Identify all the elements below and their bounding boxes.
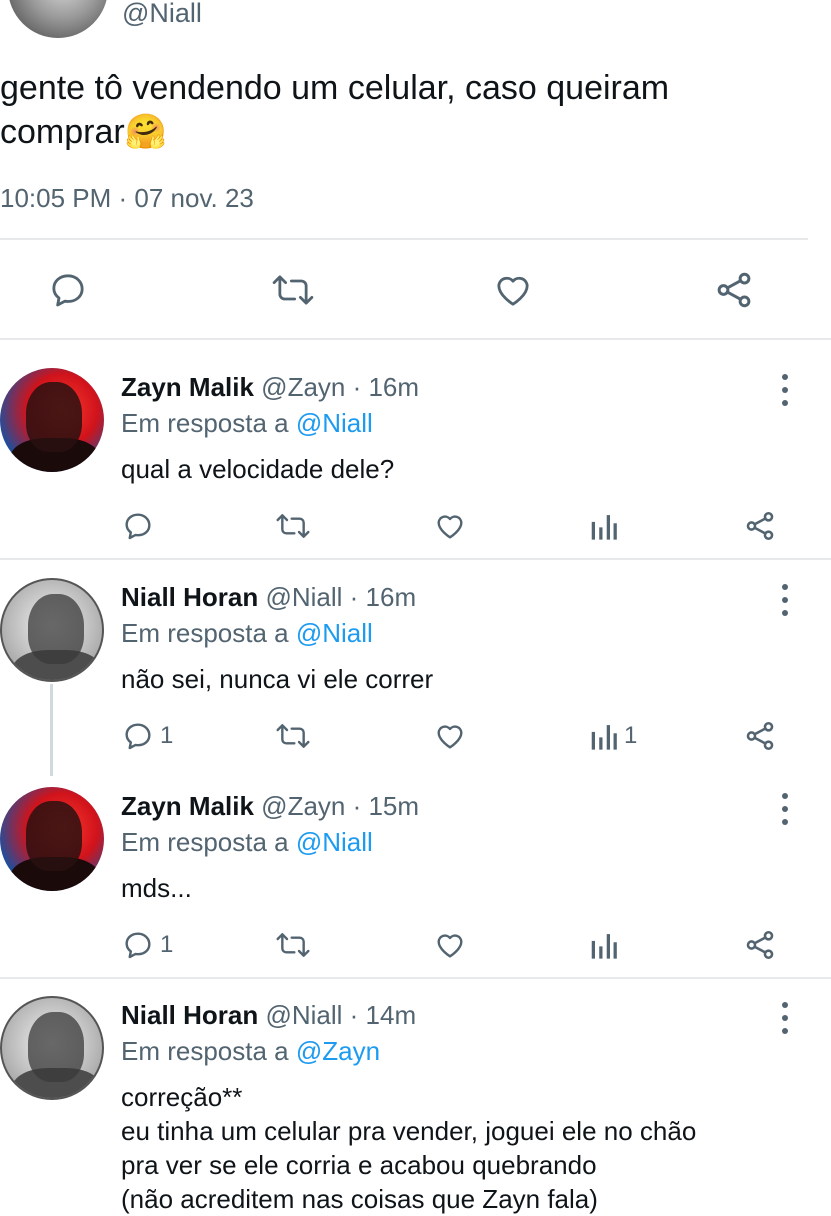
- reply-tweet[interactable]: Niall Horan @Niall · 14m Em resposta a @…: [0, 996, 831, 1214]
- author-name[interactable]: Niall Horan: [121, 582, 258, 612]
- reply-actions: 1 1: [0, 716, 831, 756]
- share-icon[interactable]: [743, 925, 777, 965]
- divider: [0, 558, 831, 560]
- more-options-icon[interactable]: [775, 372, 795, 408]
- views-icon[interactable]: [590, 925, 624, 965]
- share-icon[interactable]: [743, 506, 777, 546]
- reply-text-line: pra ver se ele corria e acabou quebrando: [121, 1150, 597, 1180]
- author-handle-time[interactable]: @Zayn · 15m: [261, 791, 419, 821]
- avatar[interactable]: [0, 368, 104, 472]
- like-icon[interactable]: [433, 716, 467, 756]
- divider: [0, 977, 831, 979]
- views-icon[interactable]: 1: [590, 716, 637, 756]
- reply-to-link[interactable]: @Niall: [296, 408, 373, 438]
- avatar[interactable]: [0, 787, 104, 891]
- reply-prefix: Em resposta a: [121, 1036, 296, 1066]
- like-icon[interactable]: [492, 266, 534, 314]
- main-tweet-avatar[interactable]: [8, 0, 108, 38]
- share-icon[interactable]: [743, 716, 777, 756]
- author-name[interactable]: Zayn Malik: [121, 372, 254, 402]
- reply-icon[interactable]: 1: [122, 716, 173, 756]
- reply-icon[interactable]: [48, 266, 88, 314]
- reply-prefix: Em resposta a: [121, 827, 296, 857]
- main-tweet-timestamp[interactable]: 10:05 PM · 07 nov. 23: [0, 181, 254, 215]
- views-count: 1: [624, 722, 638, 749]
- main-tweet-actions: [0, 266, 831, 314]
- more-options-icon[interactable]: [775, 582, 795, 618]
- more-options-icon[interactable]: [775, 1000, 795, 1036]
- avatar[interactable]: [0, 996, 104, 1100]
- reply-actions: 1: [0, 925, 831, 965]
- retweet-icon[interactable]: [274, 925, 312, 965]
- more-options-icon[interactable]: [775, 791, 795, 827]
- retweet-icon[interactable]: [274, 506, 312, 546]
- avatar[interactable]: [0, 578, 104, 682]
- reply-prefix: Em resposta a: [121, 618, 296, 648]
- reply-actions: [0, 506, 831, 546]
- reply-text: não sei, nunca vi ele correr: [121, 664, 434, 694]
- reply-context: Em resposta a @Zayn: [121, 1034, 380, 1068]
- author-handle-time[interactable]: @Zayn · 16m: [261, 372, 419, 402]
- author-handle-time[interactable]: @Niall · 16m: [265, 582, 416, 612]
- retweet-icon[interactable]: [270, 266, 316, 314]
- share-icon[interactable]: [713, 266, 755, 314]
- reply-to-link[interactable]: @Niall: [296, 827, 373, 857]
- reply-icon[interactable]: 1: [122, 925, 173, 965]
- reply-text-line: eu tinha um celular pra vender, joguei e…: [121, 1116, 697, 1146]
- reply-context: Em resposta a @Niall: [121, 825, 373, 859]
- reply-tweet[interactable]: Niall Horan @Niall · 16m Em resposta a @…: [0, 578, 831, 778]
- reply-text-line: correção**: [121, 1082, 243, 1112]
- reply-icon[interactable]: [122, 506, 160, 546]
- divider: [0, 238, 808, 240]
- reply-tweet[interactable]: Zayn Malik @Zayn · 15m Em resposta a @Ni…: [0, 787, 831, 977]
- author-name[interactable]: Zayn Malik: [121, 791, 254, 821]
- like-icon[interactable]: [433, 925, 467, 965]
- reply-count: 1: [160, 722, 174, 749]
- retweet-icon[interactable]: [274, 716, 312, 756]
- reply-prefix: Em resposta a: [121, 408, 296, 438]
- like-icon[interactable]: [433, 506, 467, 546]
- reply-to-link[interactable]: @Zayn: [296, 1036, 380, 1066]
- reply-text: qual a velocidade dele?: [121, 454, 395, 484]
- divider: [0, 338, 831, 340]
- reply-context: Em resposta a @Niall: [121, 616, 373, 650]
- reply-count: 1: [160, 931, 174, 958]
- main-tweet-text: gente tô vendendo um celular, caso queir…: [0, 69, 670, 151]
- reply-tweet[interactable]: Zayn Malik @Zayn · 16m Em resposta a @Ni…: [0, 368, 831, 558]
- reply-text: correção** eu tinha um celular pra vende…: [121, 1080, 821, 1216]
- reply-text-line: (não acreditem nas coisas que Zayn fala): [121, 1184, 598, 1214]
- main-tweet-handle[interactable]: @Niall: [122, 0, 202, 30]
- author-handle-time[interactable]: @Niall · 14m: [265, 1000, 416, 1030]
- author-name[interactable]: Niall Horan: [121, 1000, 258, 1030]
- views-icon[interactable]: [590, 506, 624, 546]
- reply-to-link[interactable]: @Niall: [296, 618, 373, 648]
- reply-context: Em resposta a @Niall: [121, 406, 373, 440]
- reply-text: mds...: [121, 873, 192, 903]
